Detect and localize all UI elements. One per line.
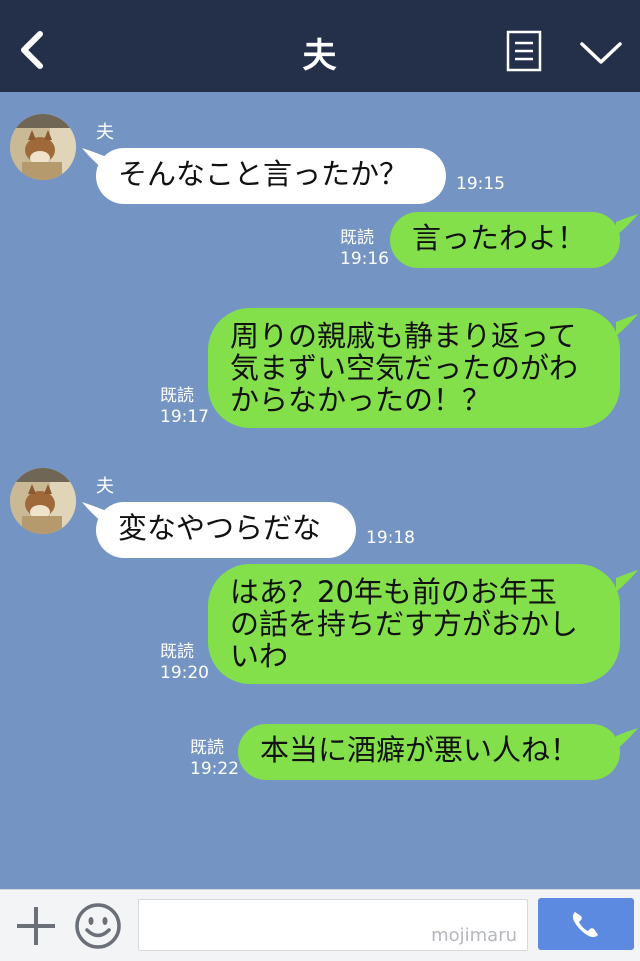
bubble-tail [616,214,638,236]
sender-name: 夫 [96,476,114,497]
message-bubble[interactable]: 本当に酒癖が悪い人ね！ [238,724,620,780]
read-receipt: 既読 [190,738,224,758]
bubble-tail [616,314,638,336]
message-bubble[interactable]: 言ったわよ！ [390,212,620,268]
avatar[interactable] [10,114,76,180]
message-line: の話を持ちだす方がおかし [230,607,579,641]
read-receipt: 既読 [160,386,194,406]
read-receipt: 既読 [160,642,194,662]
message-meta: 既読 19:20 [160,642,209,684]
message-line: いわ [230,639,289,673]
message-meta: 既読 19:17 [160,386,209,428]
message-meta: 既読 19:16 [340,228,389,270]
chat-header: 夫 [0,0,640,92]
message-bubble[interactable]: 周りの親戚も静まり返って 気まずい空気だったのがわ からなかったの！？ [208,308,620,428]
phone-icon [572,912,598,938]
message-meta: 既読 19:22 [190,738,239,780]
message-line: 周りの親戚も静まり返って [230,319,577,353]
message-line: 気まずい空気だったのがわ [230,351,579,385]
message-time: 19:15 [456,174,505,194]
message-time: 19:22 [190,759,239,779]
page-title: 夫 [302,36,338,76]
message-bubble[interactable]: はあ？20年も前のお年玉 の話を持ちだす方がおかし いわ [208,564,620,684]
message-line: はあ？20年も前のお年玉 [230,575,557,609]
watermark: mojimaru [431,925,517,946]
bubble-tail [616,570,638,592]
sender-name: 夫 [96,122,114,143]
bubble-tail [616,728,638,750]
message-time: 19:20 [160,663,209,683]
message-line: からなかったの！？ [230,383,492,417]
menu-chevron-down-icon[interactable] [578,38,624,68]
notes-icon[interactable] [506,30,544,74]
message-input[interactable]: mojimaru [138,899,528,951]
avatar[interactable] [10,468,76,534]
input-bar: mojimaru [0,889,640,961]
read-receipt: 既読 [340,228,374,248]
message-time: 19:17 [160,407,209,427]
message-time: 19:16 [340,249,389,269]
message-bubble[interactable]: そんなこと言ったか？ [96,148,446,204]
call-button[interactable] [538,898,634,950]
smile-icon[interactable] [74,902,122,950]
plus-icon[interactable] [14,904,58,948]
message-bubble[interactable]: 変なやつらだな [96,502,356,558]
message-time: 19:18 [366,528,415,548]
